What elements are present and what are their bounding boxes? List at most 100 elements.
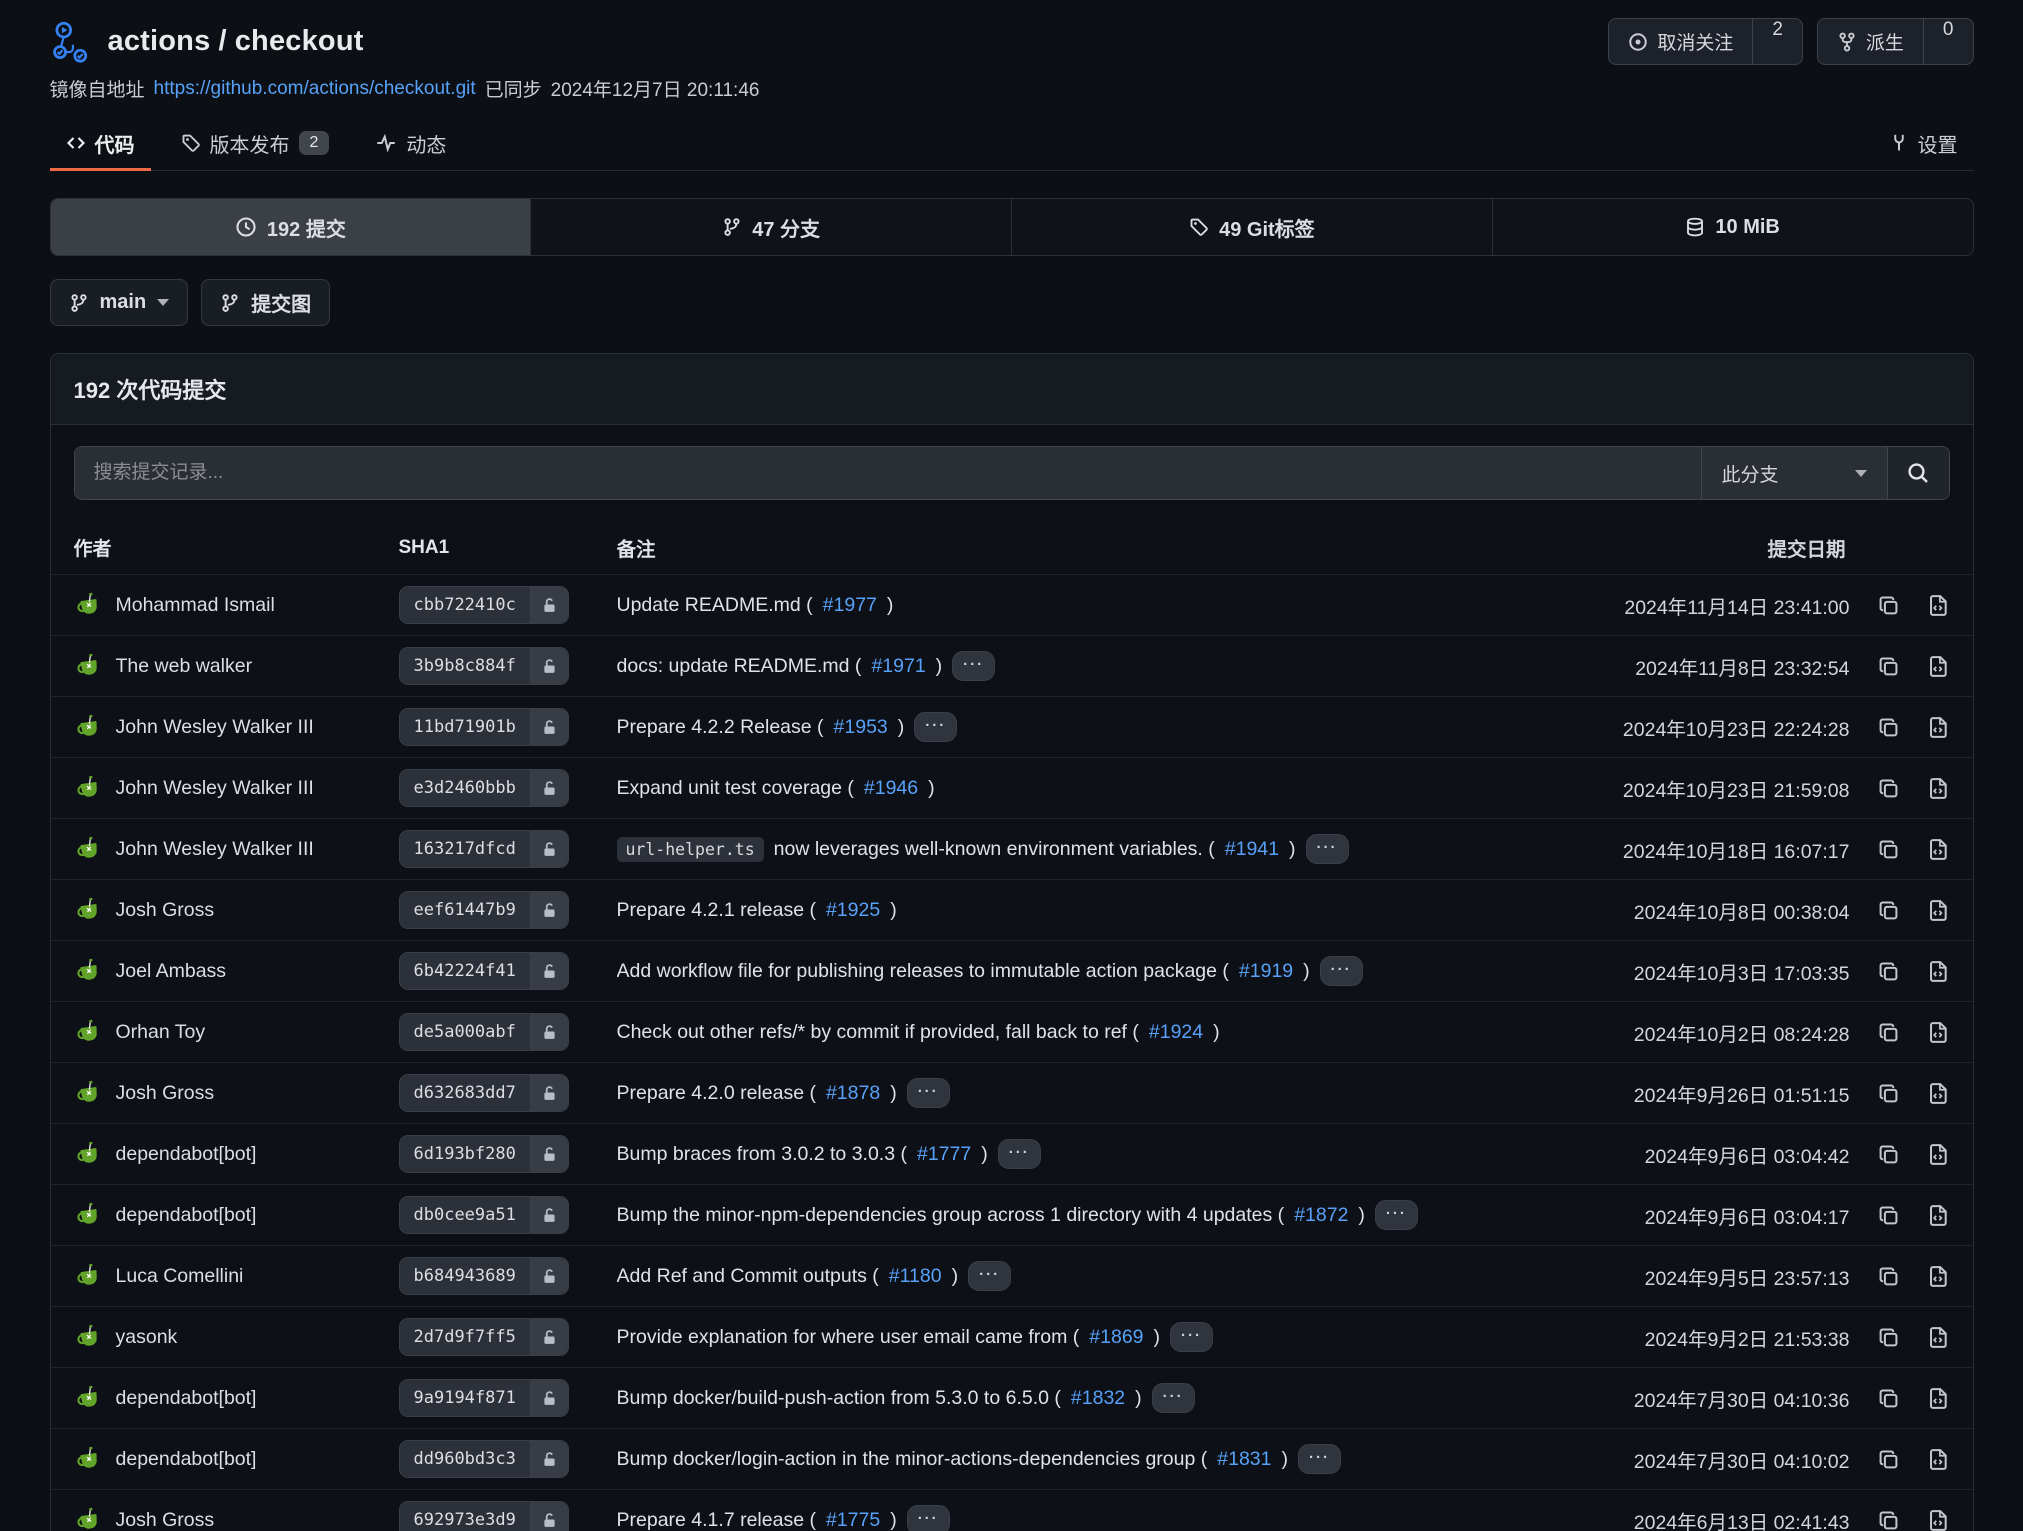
expand-message-button[interactable]: ··· [907,1078,950,1108]
commit-sha-button[interactable]: b684943689 [399,1257,569,1295]
browse-source-icon[interactable] [1927,716,1950,739]
copy-sha-icon[interactable] [1877,1204,1900,1227]
expand-message-button[interactable]: ··· [1152,1383,1195,1413]
commit-sha-button[interactable]: 2d7d9f7ff5 [399,1318,569,1356]
branch-filter-dropdown[interactable]: 此分支 [1701,447,1887,499]
expand-message-button[interactable]: ··· [907,1505,950,1531]
browse-source-icon[interactable] [1927,1326,1950,1349]
copy-sha-icon[interactable] [1877,1143,1900,1166]
commit-author-name: dependabot[bot] [116,1387,257,1410]
browse-source-icon[interactable] [1927,1021,1950,1044]
commit-sha-button[interactable]: 6b42224f41 [399,952,569,990]
browse-source-icon[interactable] [1927,838,1950,861]
copy-sha-icon[interactable] [1877,594,1900,617]
commit-sha-button[interactable]: cbb722410c [399,586,569,624]
pr-link[interactable]: #1180 [889,1265,942,1288]
pr-link[interactable]: #1878 [826,1082,880,1105]
commit-sha-button[interactable]: 11bd71901b [399,708,569,746]
browse-source-icon[interactable] [1927,1509,1950,1531]
copy-sha-icon[interactable] [1877,1082,1900,1105]
commit-sha-button[interactable]: e3d2460bbb [399,769,569,807]
expand-message-button[interactable]: ··· [1306,834,1349,864]
search-button[interactable] [1887,447,1949,499]
expand-message-button[interactable]: ··· [1375,1200,1418,1230]
expand-message-button[interactable]: ··· [1298,1444,1341,1474]
commit-search-input[interactable] [75,447,1701,499]
commit-author-name: Orhan Toy [116,1021,206,1044]
expand-message-button[interactable]: ··· [1170,1322,1213,1352]
fork-button[interactable]: 派生 0 [1817,18,1974,65]
expand-message-button[interactable]: ··· [998,1139,1041,1169]
pr-link[interactable]: #1924 [1149,1021,1203,1044]
copy-sha-icon[interactable] [1877,655,1900,678]
commit-sha-button[interactable]: de5a000abf [399,1013,569,1051]
unwatch-button[interactable]: 取消关注 2 [1608,18,1803,65]
tab-activity[interactable]: 动态 [359,116,462,170]
browse-source-icon[interactable] [1927,899,1950,922]
repo-name-link[interactable]: checkout [235,25,364,57]
stat-commits[interactable]: 192 提交 [51,199,531,255]
forks-count[interactable]: 0 [1923,19,1973,64]
commit-sha-button[interactable]: 6d193bf280 [399,1135,569,1173]
commit-sha-button[interactable]: 9a9194f871 [399,1379,569,1417]
copy-sha-icon[interactable] [1877,1021,1900,1044]
pr-link[interactable]: #1919 [1239,960,1293,983]
pr-link[interactable]: #1869 [1089,1326,1143,1349]
copy-sha-icon[interactable] [1877,899,1900,922]
commit-sha-button[interactable]: 692973e3d9 [399,1501,569,1531]
mirror-url-link[interactable]: https://github.com/actions/checkout.git [154,78,476,100]
browse-source-icon[interactable] [1927,777,1950,800]
commit-sha-button[interactable]: dd960bd3c3 [399,1440,569,1478]
browse-source-icon[interactable] [1927,1204,1950,1227]
copy-sha-icon[interactable] [1877,1387,1900,1410]
expand-message-button[interactable]: ··· [1320,956,1363,986]
copy-sha-icon[interactable] [1877,1326,1900,1349]
commit-date: 2024年9月5日 23:57:13 [1532,1262,1850,1291]
commit-sha-button[interactable]: 3b9b8c884f [399,647,569,685]
pr-link[interactable]: #1971 [871,655,925,678]
pr-link[interactable]: #1775 [826,1509,880,1531]
copy-sha-icon[interactable] [1877,960,1900,983]
commit-sha-button[interactable]: d632683dd7 [399,1074,569,1112]
browse-source-icon[interactable] [1927,1143,1950,1166]
stat-tags[interactable]: 49 Git标签 [1011,199,1492,255]
expand-message-button[interactable]: ··· [968,1261,1011,1291]
pr-link[interactable]: #1872 [1294,1204,1348,1227]
pr-link[interactable]: #1941 [1225,838,1279,861]
browse-source-icon[interactable] [1927,1265,1950,1288]
commit-sha-button[interactable]: db0cee9a51 [399,1196,569,1234]
tab-settings[interactable]: 设置 [1873,116,1974,170]
pr-link[interactable]: #1977 [823,594,877,617]
browse-source-icon[interactable] [1927,594,1950,617]
browse-source-icon[interactable] [1927,655,1950,678]
expand-message-button[interactable]: ··· [952,651,995,681]
pr-link[interactable]: #1953 [834,716,888,739]
commit-date: 2024年9月6日 03:04:17 [1532,1201,1850,1230]
copy-sha-icon[interactable] [1877,1509,1900,1531]
browse-source-icon[interactable] [1927,1082,1950,1105]
pr-link[interactable]: #1946 [864,777,918,800]
stat-size[interactable]: 10 MiB [1492,199,1973,255]
repo-owner-link[interactable]: actions [108,25,211,57]
copy-sha-icon[interactable] [1877,1448,1900,1471]
copy-sha-icon[interactable] [1877,777,1900,800]
copy-sha-icon[interactable] [1877,716,1900,739]
copy-sha-icon[interactable] [1877,1265,1900,1288]
branch-selector[interactable]: main [50,279,189,326]
tab-code[interactable]: 代码 [50,116,151,170]
watchers-count[interactable]: 2 [1752,19,1802,64]
browse-source-icon[interactable] [1927,960,1950,983]
browse-source-icon[interactable] [1927,1387,1950,1410]
commit-sha-button[interactable]: eef61447b9 [399,891,569,929]
commit-sha-button[interactable]: 163217dfcd [399,830,569,868]
stat-branches[interactable]: 47 分支 [530,199,1011,255]
tab-releases[interactable]: 版本发布 2 [165,116,346,170]
pr-link[interactable]: #1925 [826,899,880,922]
expand-message-button[interactable]: ··· [914,712,957,742]
pr-link[interactable]: #1777 [917,1143,971,1166]
pr-link[interactable]: #1832 [1071,1387,1125,1410]
pr-link[interactable]: #1831 [1217,1448,1271,1471]
commit-graph-button[interactable]: 提交图 [201,279,330,326]
copy-sha-icon[interactable] [1877,838,1900,861]
browse-source-icon[interactable] [1927,1448,1950,1471]
